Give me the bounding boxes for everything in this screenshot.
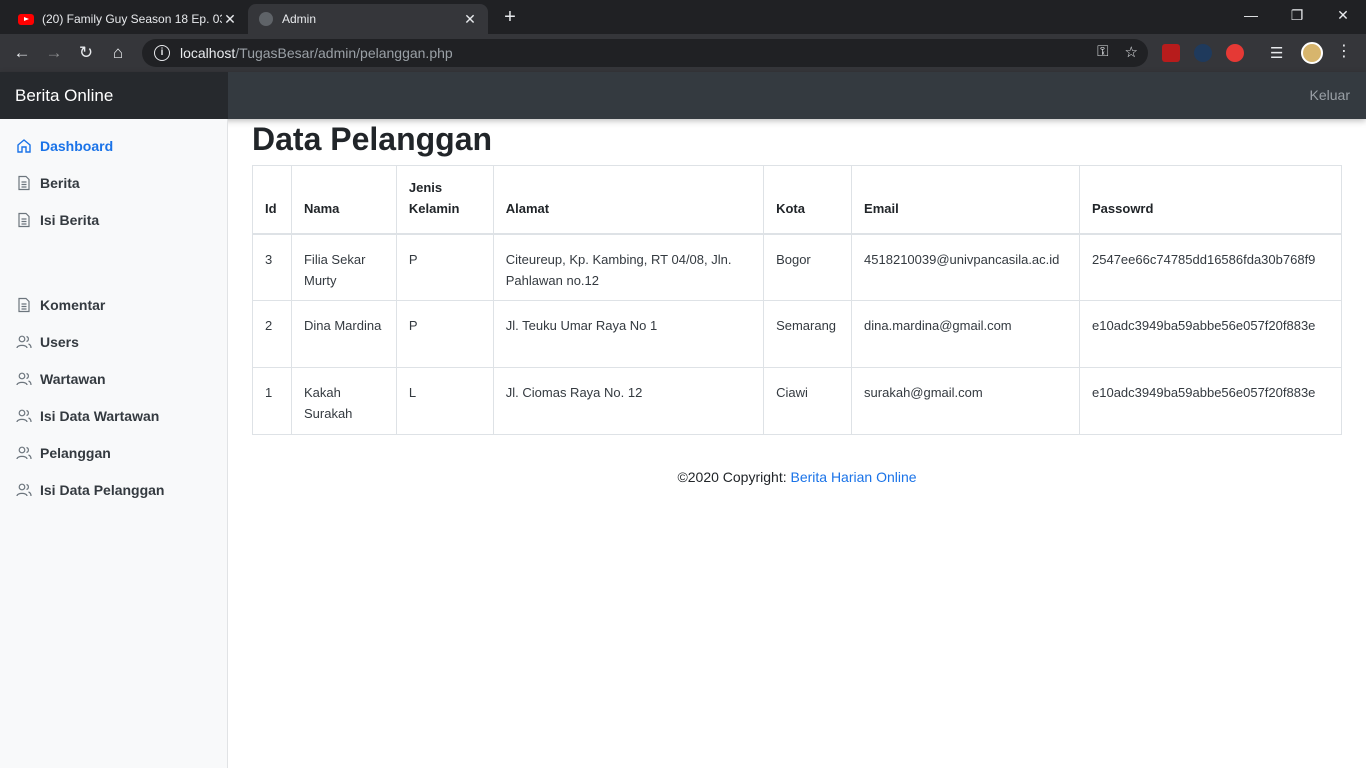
- column-header: Email: [851, 165, 1081, 234]
- globe-icon: [258, 11, 274, 27]
- footer: ©2020 Copyright: Berita Harian Online: [252, 469, 1342, 485]
- table-row: 1 Kakah Surakah L Jl. Ciomas Raya No. 12…: [252, 367, 1342, 435]
- extension-pdf-icon[interactable]: [1162, 44, 1180, 62]
- new-tab-button[interactable]: +: [498, 6, 522, 30]
- sidebar-item-users[interactable]: Users: [16, 330, 79, 354]
- sidebar-item-label: Wartawan: [40, 371, 106, 387]
- sidebar: Dashboard Berita Isi Berita Komentar Use…: [0, 119, 228, 768]
- profile-avatar[interactable]: [1301, 42, 1323, 64]
- copyright-text: ©2020 Copyright:: [677, 469, 791, 485]
- close-tab-icon[interactable]: ✕: [462, 11, 478, 28]
- users-icon: [16, 372, 32, 386]
- file-icon: [18, 175, 30, 191]
- sidebar-item-pelanggan[interactable]: Pelanggan: [16, 441, 111, 465]
- brand-logo[interactable]: Berita Online: [0, 72, 228, 119]
- close-tab-icon[interactable]: ✕: [222, 11, 238, 28]
- sidebar-item-label: Berita: [40, 175, 80, 191]
- reload-icon[interactable]: ↻: [74, 41, 98, 65]
- users-icon: [16, 409, 32, 423]
- tab-title: Admin: [282, 12, 317, 26]
- cell-nama: Kakah Surakah: [290, 367, 397, 435]
- users-icon: [16, 483, 32, 497]
- cell-nama: Dina Mardina: [290, 300, 397, 368]
- cell-alamat: Citeureup, Kp. Kambing, RT 04/08, Jln. P…: [492, 233, 765, 301]
- page-title: Data Pelanggan: [252, 121, 493, 157]
- sidebar-item-dashboard[interactable]: Dashboard: [16, 134, 113, 158]
- key-icon[interactable]: ⚿: [1097, 43, 1108, 61]
- column-header: Kota: [763, 165, 853, 234]
- cell-jenis-kelamin: P: [395, 233, 494, 301]
- url-path: /TugasBesar/admin/pelanggan.php: [235, 45, 453, 61]
- sidebar-item-label: Isi Data Pelanggan: [40, 482, 165, 498]
- cell-id: 2: [252, 300, 292, 368]
- site-info-icon[interactable]: i: [154, 45, 170, 61]
- home-icon: [17, 139, 31, 153]
- cell-alamat: Jl. Ciomas Raya No. 12: [492, 367, 765, 435]
- column-header: Passowrd: [1079, 165, 1342, 234]
- users-icon: [16, 446, 32, 460]
- column-header: Id: [252, 165, 292, 234]
- sidebar-item-label: Isi Data Wartawan: [40, 408, 160, 424]
- cell-id: 3: [252, 233, 292, 301]
- sidebar-item-wartawan[interactable]: Wartawan: [16, 367, 106, 391]
- extension-anchor-icon[interactable]: [1194, 44, 1212, 62]
- url-host: localhost: [180, 45, 236, 61]
- media-queue-icon[interactable]: ☰: [1270, 44, 1288, 62]
- users-icon: [16, 335, 32, 349]
- extension-stop-icon[interactable]: [1226, 44, 1244, 62]
- sidebar-item-label: Pelanggan: [40, 445, 111, 461]
- home-icon[interactable]: ⌂: [106, 41, 130, 65]
- file-icon: [18, 297, 30, 313]
- sidebar-item-label: Users: [40, 334, 79, 350]
- browser-tab-youtube[interactable]: (20) Family Guy Season 18 Ep. 03 ✕: [8, 4, 248, 34]
- browser-tab-bar: (20) Family Guy Season 18 Ep. 03 ✕ Admin…: [0, 0, 1366, 34]
- cell-kota: Bogor: [763, 233, 853, 301]
- cell-password: e10adc3949ba59abbe56e057f20f883e: [1079, 367, 1342, 435]
- back-arrow-icon[interactable]: ←: [10, 41, 34, 65]
- close-window-button[interactable]: ✕: [1320, 0, 1366, 30]
- sidebar-item-komentar[interactable]: Komentar: [16, 293, 105, 317]
- table-row: 3 Filia Sekar Murty P Citeureup, Kp. Kam…: [252, 233, 1342, 301]
- cell-id: 1: [252, 367, 292, 435]
- customer-table: Id Nama Jenis Kelamin Alamat Kota Email …: [252, 165, 1342, 435]
- youtube-icon: [18, 11, 34, 27]
- cell-email: surakah@gmail.com: [851, 367, 1081, 435]
- table-row: 2 Dina Mardina P Jl. Teuku Umar Raya No …: [252, 300, 1342, 368]
- cell-email: dina.mardina@gmail.com: [851, 300, 1081, 368]
- sidebar-item-berita[interactable]: Berita: [16, 171, 80, 195]
- cell-jenis-kelamin: P: [395, 300, 494, 368]
- star-icon[interactable]: ☆: [1125, 43, 1138, 61]
- forward-arrow-icon[interactable]: →: [42, 41, 66, 65]
- restore-window-button[interactable]: ❐: [1274, 0, 1320, 30]
- column-header: Jenis Kelamin: [395, 165, 494, 234]
- sidebar-item-label: Dashboard: [40, 138, 114, 154]
- cell-jenis-kelamin: L: [395, 367, 494, 435]
- sidebar-item-isi-berita[interactable]: Isi Berita: [16, 208, 99, 232]
- cell-email: 4518210039@univpancasila.ac.id: [851, 233, 1081, 301]
- table-header-row: Id Nama Jenis Kelamin Alamat Kota Email …: [252, 165, 1342, 234]
- browser-tab-admin[interactable]: Admin ✕: [248, 4, 488, 34]
- sidebar-item-isi-data-pelanggan[interactable]: Isi Data Pelanggan: [16, 478, 164, 502]
- browser-toolbar: ← → ↻ ⌂ i localhost /TugasBesar/admin/pe…: [0, 34, 1366, 72]
- browser-menu-icon[interactable]: ⋮: [1334, 41, 1354, 61]
- sidebar-item-isi-data-wartawan[interactable]: Isi Data Wartawan: [16, 404, 159, 428]
- address-bar[interactable]: i localhost /TugasBesar/admin/pelanggan.…: [142, 39, 1148, 67]
- cell-kota: Ciawi: [763, 367, 853, 435]
- logout-link[interactable]: Keluar: [1310, 72, 1350, 119]
- cell-kota: Semarang: [763, 300, 853, 368]
- minimize-window-button[interactable]: —: [1228, 0, 1274, 30]
- sidebar-item-label: Isi Berita: [40, 212, 100, 228]
- column-header: Nama: [290, 165, 397, 234]
- sidebar-item-label: Komentar: [40, 297, 106, 313]
- footer-link[interactable]: Berita Harian Online: [790, 469, 916, 485]
- file-icon: [18, 212, 30, 228]
- app-navbar: Berita Online Keluar: [0, 72, 1366, 119]
- cell-alamat: Jl. Teuku Umar Raya No 1: [492, 300, 765, 368]
- column-header: Alamat: [492, 165, 765, 234]
- cell-password: e10adc3949ba59abbe56e057f20f883e: [1079, 300, 1342, 368]
- tab-title: (20) Family Guy Season 18 Ep. 03: [42, 12, 222, 26]
- cell-nama: Filia Sekar Murty: [290, 233, 397, 301]
- cell-password: 2547ee66c74785dd16586fda30b768f9: [1079, 233, 1342, 301]
